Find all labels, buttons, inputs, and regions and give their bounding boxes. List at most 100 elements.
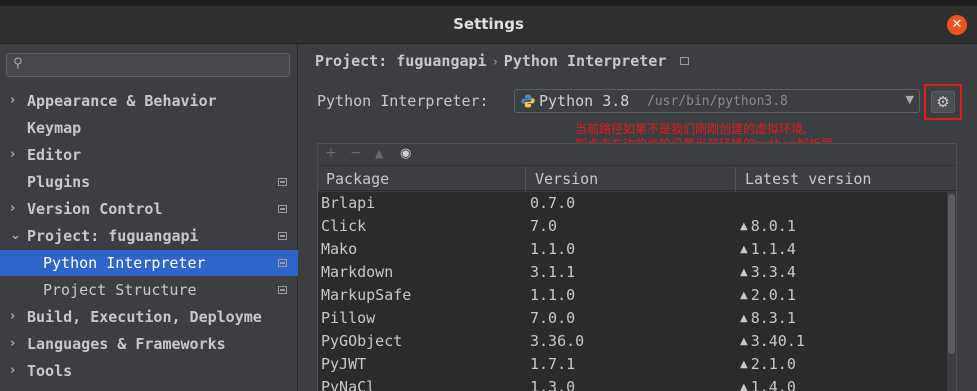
table-row[interactable]: Brlapi 0.7.0 xyxy=(318,192,956,215)
column-package[interactable]: Package xyxy=(326,170,389,188)
latest-version-value: 3.3.4 xyxy=(750,263,796,281)
upgrade-available-icon: ▲ xyxy=(740,290,748,301)
package-version: 7.0.0 xyxy=(530,309,576,327)
breadcrumb-separator: › xyxy=(492,55,498,70)
sidebar-item-python-interpreter[interactable]: Python Interpreter xyxy=(0,250,298,276)
upgrade-available-icon: ▲ xyxy=(740,336,748,347)
breadcrumb-project[interactable]: Project: fuguangapi xyxy=(315,52,487,70)
project-scope-icon xyxy=(278,178,287,186)
table-row[interactable]: MarkupSafe 1.1.0 ▲ 2.0.1 xyxy=(318,284,956,307)
packages-table-header: Package Version Latest version xyxy=(318,167,956,191)
package-name: PyJWT xyxy=(321,355,367,373)
dropdown-arrow-icon: ▼ xyxy=(905,93,914,106)
project-scope-icon xyxy=(278,205,287,213)
chevron-right-icon[interactable]: › xyxy=(10,142,15,168)
project-scope-icon xyxy=(680,57,690,65)
packages-panel: + − ▲ ◉ Package Version Latest version B… xyxy=(317,143,957,391)
package-name: Brlapi xyxy=(321,194,376,212)
table-row[interactable]: PyJWT 1.7.1 ▲ 2.1.0 xyxy=(318,353,956,376)
table-row[interactable]: Markdown 3.1.1 ▲ 3.3.4 xyxy=(318,261,956,284)
column-version[interactable]: Version xyxy=(535,170,598,188)
latest-version-value: 1.4.0 xyxy=(750,378,796,391)
sidebar-item-appearance-behavior[interactable]: › Appearance & Behavior xyxy=(0,88,298,114)
sidebar-item-label: Editor xyxy=(27,146,82,164)
chevron-right-icon[interactable]: › xyxy=(10,88,15,114)
interpreter-path: /usr/bin/python3.8 xyxy=(647,94,788,109)
table-row[interactable]: Mako 1.1.0 ▲ 1.1.4 xyxy=(318,238,956,261)
breadcrumb-page: Python Interpreter xyxy=(503,52,667,70)
interpreter-select[interactable]: Python 3.8 /usr/bin/python3.8 ▼ xyxy=(514,89,920,113)
show-early-releases-icon[interactable]: ◉ xyxy=(400,146,411,161)
sidebar-item-keymap[interactable]: Keymap xyxy=(0,115,298,141)
sidebar-item-languages-frameworks[interactable]: › Languages & Frameworks xyxy=(0,331,298,357)
package-latest-version: ▲ 8.3.1 xyxy=(740,307,796,332)
gear-highlight-box: ⚙ xyxy=(924,84,962,120)
latest-version-value: 8.3.1 xyxy=(750,309,796,327)
interpreter-name: Python 3.8 xyxy=(539,92,630,110)
sidebar-item-tools[interactable]: › Tools xyxy=(0,358,298,384)
search-input[interactable]: ⚲ xyxy=(6,53,290,77)
latest-version-value: 2.1.0 xyxy=(750,355,796,373)
sidebar-item-label: Appearance & Behavior xyxy=(27,92,217,110)
chevron-right-icon[interactable]: › xyxy=(10,196,15,222)
packages-scrollbar[interactable] xyxy=(947,192,956,391)
chevron-right-icon[interactable]: › xyxy=(10,358,15,384)
latest-version-value: 1.1.4 xyxy=(750,240,796,258)
package-latest-version: ▲ 2.0.1 xyxy=(740,284,796,309)
package-latest-version: ▲ 8.0.1 xyxy=(740,215,796,240)
package-version: 1.1.0 xyxy=(530,286,576,304)
sidebar-item-label: Project: fuguangapi xyxy=(27,227,199,245)
sidebar-item-editor[interactable]: › Editor xyxy=(0,142,298,168)
latest-version-value: 3.40.1 xyxy=(750,332,805,350)
package-latest-version: ▲ 3.40.1 xyxy=(740,330,805,355)
scrollbar-thumb[interactable] xyxy=(948,194,955,354)
column-latest-version[interactable]: Latest version xyxy=(745,170,871,188)
table-row[interactable]: Pillow 7.0.0 ▲ 8.3.1 xyxy=(318,307,956,330)
breadcrumb: Project: fuguangapi › Python Interpreter xyxy=(315,52,690,70)
package-version: 1.1.0 xyxy=(530,240,576,258)
column-divider xyxy=(735,167,736,191)
interpreter-settings-button[interactable]: ⚙ xyxy=(931,91,955,113)
upgrade-available-icon: ▲ xyxy=(740,267,748,278)
upgrade-available-icon: ▲ xyxy=(740,313,748,324)
upgrade-available-icon: ▲ xyxy=(740,221,748,232)
upgrade-available-icon: ▲ xyxy=(740,359,748,370)
package-version: 7.0 xyxy=(530,217,558,235)
sidebar-item-plugins[interactable]: Plugins xyxy=(0,169,298,195)
upgrade-package-button[interactable]: ▲ xyxy=(375,147,383,160)
chevron-down-icon[interactable]: ⌄ xyxy=(10,223,21,249)
python-icon xyxy=(521,94,535,108)
package-latest-version: ▲ 1.1.4 xyxy=(740,238,796,263)
main-panel: Project: fuguangapi › Python Interpreter P… xyxy=(299,44,977,391)
remove-package-button[interactable]: − xyxy=(350,145,362,161)
table-row[interactable]: PyNaCl 1.3.0 ▲ 1.4.0 xyxy=(318,376,956,391)
search-icon: ⚲ xyxy=(13,56,23,71)
upgrade-available-icon: ▲ xyxy=(740,382,748,391)
sidebar-item-label: Languages & Frameworks xyxy=(27,335,226,353)
package-name: Pillow xyxy=(321,309,376,327)
title-bar: Settings ✕ xyxy=(0,0,977,44)
sidebar-item-project-fuguangapi[interactable]: ⌄ Project: fuguangapi xyxy=(0,223,298,249)
table-row[interactable]: Click 7.0 ▲ 8.0.1 xyxy=(318,215,956,238)
package-name: Markdown xyxy=(321,263,394,281)
close-icon: ✕ xyxy=(951,17,963,32)
sidebar-item-build-execution-deployme[interactable]: › Build, Execution, Deployme xyxy=(0,304,298,330)
chevron-right-icon[interactable]: › xyxy=(10,304,15,330)
package-name: PyGObject xyxy=(321,332,403,350)
package-name: Click xyxy=(321,217,367,235)
sidebar-item-label: Plugins xyxy=(27,173,91,191)
package-version: 0.7.0 xyxy=(530,194,576,212)
project-scope-icon xyxy=(278,232,287,240)
packages-table-body: Brlapi 0.7.0 Click 7.0 ▲ 8.0.1 Mako 1.1.0 ▲ 1.1.4… xyxy=(318,192,956,391)
sidebar-item-version-control[interactable]: › Version Control xyxy=(0,196,298,222)
annotation-line-1: 当前路径如果不是我们刚刚创建的虚拟环境, xyxy=(575,122,807,136)
add-package-button[interactable]: + xyxy=(325,145,337,161)
table-row[interactable]: PyGObject 3.36.0 ▲ 3.40.1 xyxy=(318,330,956,353)
sidebar-item-label: Python Interpreter xyxy=(43,254,206,272)
settings-sidebar: ⚲ › Appearance & Behavior Keymap › Editor Plu… xyxy=(0,44,298,391)
close-button[interactable]: ✕ xyxy=(947,15,967,35)
upgrade-available-icon: ▲ xyxy=(740,244,748,255)
chevron-right-icon[interactable]: › xyxy=(10,331,15,357)
sidebar-item-project-structure[interactable]: Project Structure xyxy=(0,277,298,303)
package-latest-version: ▲ 1.4.0 xyxy=(740,376,796,391)
